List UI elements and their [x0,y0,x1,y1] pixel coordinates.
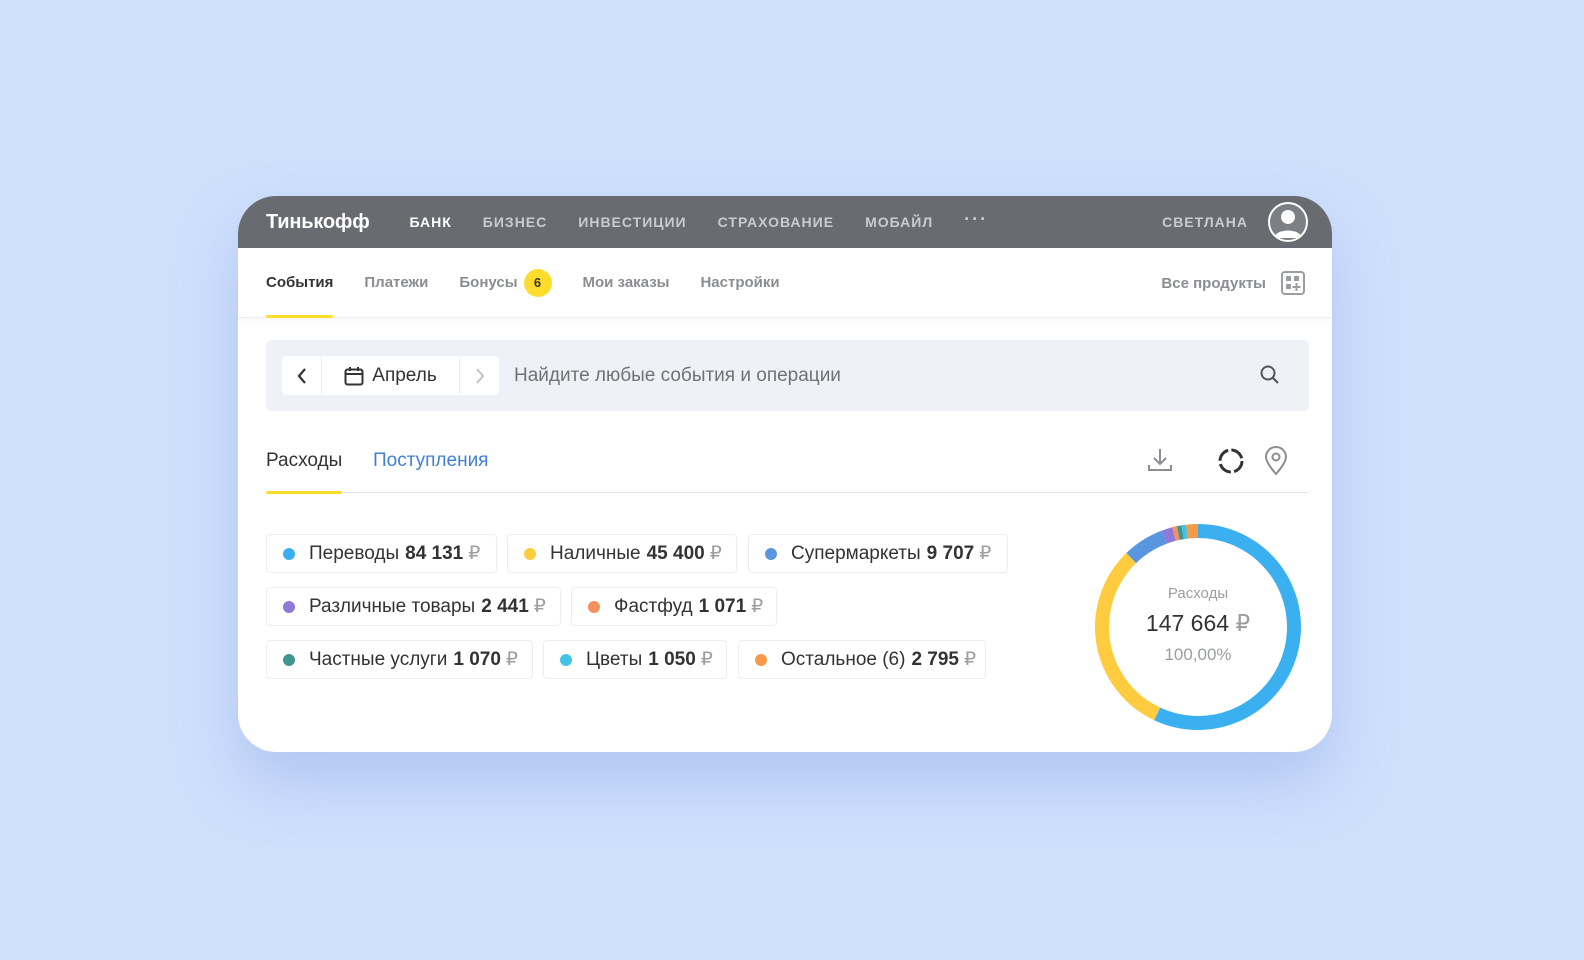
category-name: Переводы [309,542,400,564]
user-icon [1274,210,1302,238]
currency-sign: ₽ [468,543,481,564]
next-month-button[interactable] [459,356,499,395]
operations-tabs: Расходы Поступления [266,428,1309,494]
download-icon[interactable] [1146,446,1174,474]
color-dot [283,653,295,666]
nav-investments[interactable]: ИНВЕСТИЦИИ [578,214,686,230]
category-amount: 84 131 [405,542,464,564]
category-chip[interactable]: Наличные 45 400 ₽ [507,534,737,573]
user-menu[interactable]: СВЕТЛАНА [1162,196,1308,248]
donut-total: 147 664 ₽ [1146,610,1250,637]
map-pin-icon[interactable] [1263,446,1289,476]
tab-bonuses-label: Бонусы [459,274,518,291]
currency-sign: ₽ [979,543,992,564]
nav-insurance[interactable]: СТРАХОВАНИЕ [718,214,834,230]
avatar[interactable] [1268,202,1308,242]
category-amount: 2 441 [481,595,529,617]
month-picker[interactable]: Апрель [322,356,459,395]
prev-month-button[interactable] [282,356,322,395]
category-amount: 9 707 [926,542,975,564]
category-amount: 2 795 [911,648,959,670]
nav-business[interactable]: БИЗНЕС [483,214,547,230]
tab-settings[interactable]: Настройки [700,248,779,318]
color-dot [765,547,777,560]
chevron-right-icon [475,367,484,384]
top-bar: Тинькофф БАНК БИЗНЕС ИНВЕСТИЦИИ СТРАХОВА… [238,196,1332,248]
donut-percent: 100,00% [1164,645,1232,664]
main-nav: БАНК БИЗНЕС ИНВЕСТИЦИИ СТРАХОВАНИЕ МОБАЙ… [410,209,989,231]
search-input[interactable] [514,356,1234,395]
bonus-count-badge: 6 [523,268,552,297]
category-name: Различные товары [309,595,476,617]
add-product-grid-icon [1281,271,1305,295]
tab-expenses[interactable]: Расходы [266,428,343,494]
calendar-icon [344,366,364,385]
all-products-label: Все продукты [1161,274,1266,292]
category-chip[interactable]: Цветы 1 050 ₽ [543,640,727,679]
category-name: Супермаркеты [791,542,921,564]
currency-sign: ₽ [751,596,764,617]
currency-sign: ₽ [964,649,977,670]
category-name: Фастфуд [614,595,693,617]
tab-income[interactable]: Поступления [373,428,488,493]
category-name: Частные услуги [309,648,448,670]
currency-sign: ₽ [505,649,518,670]
currency-sign: ₽ [700,649,713,670]
month-selector: Апрель [282,356,499,395]
nav-bank[interactable]: БАНК [410,214,452,230]
category-chip[interactable]: Частные услуги 1 070 ₽ [266,640,533,679]
all-products-link[interactable]: Все продукты [1161,248,1306,318]
category-chip[interactable]: Остальное (6) 2 795 ₽ [738,640,986,679]
color-dot [560,653,572,666]
tab-bonuses[interactable]: Бонусы 6 [459,248,552,318]
section-nav: События Платежи Бонусы 6 Мои заказы Наст… [238,248,1332,318]
color-dot [524,547,536,560]
currency-sign: ₽ [709,543,722,564]
category-name: Цветы [586,648,643,670]
color-dot [755,653,767,666]
category-chip[interactable]: Переводы 84 131 ₽ [266,534,497,573]
category-chip[interactable]: Различные товары 2 441 ₽ [266,587,561,626]
search-icon[interactable] [1259,364,1281,386]
category-amount: 45 400 [646,542,705,564]
search-bar: Апрель [266,340,1309,411]
total-amount: 147 664 [1145,610,1230,636]
chevron-left-icon [297,367,306,384]
donut-chart-icon[interactable] [1216,446,1246,476]
category-chip[interactable]: Фастфуд 1 071 ₽ [571,587,777,626]
donut-summary: Расходы 147 664 ₽ 100,00% [1093,522,1303,732]
tab-events[interactable]: События [266,248,334,318]
donut-label: Расходы [1167,585,1229,602]
color-dot [588,600,600,613]
category-amount: 1 070 [453,648,501,670]
category-name: Остальное (6) [781,648,906,670]
category-amount: 1 050 [648,648,696,670]
logo[interactable]: Тинькофф [266,211,370,234]
currency-sign: ₽ [1235,610,1251,636]
tab-orders[interactable]: Мои заказы [583,248,670,318]
month-label: Апрель [372,364,437,386]
currency-sign: ₽ [533,596,546,617]
nav-mobile[interactable]: МОБАЙЛ [865,214,933,230]
events-card: Тинькофф БАНК БИЗНЕС ИНВЕСТИЦИИ СТРАХОВА… [238,196,1332,752]
category-chip[interactable]: Супермаркеты 9 707 ₽ [748,534,1008,573]
tab-payments[interactable]: Платежи [364,248,428,318]
color-dot [283,547,295,560]
username[interactable]: СВЕТЛАНА [1162,214,1248,230]
category-amount: 1 071 [698,595,747,617]
category-name: Наличные [550,542,641,564]
more-menu-button[interactable]: ··· [964,209,988,230]
color-dot [283,600,295,613]
